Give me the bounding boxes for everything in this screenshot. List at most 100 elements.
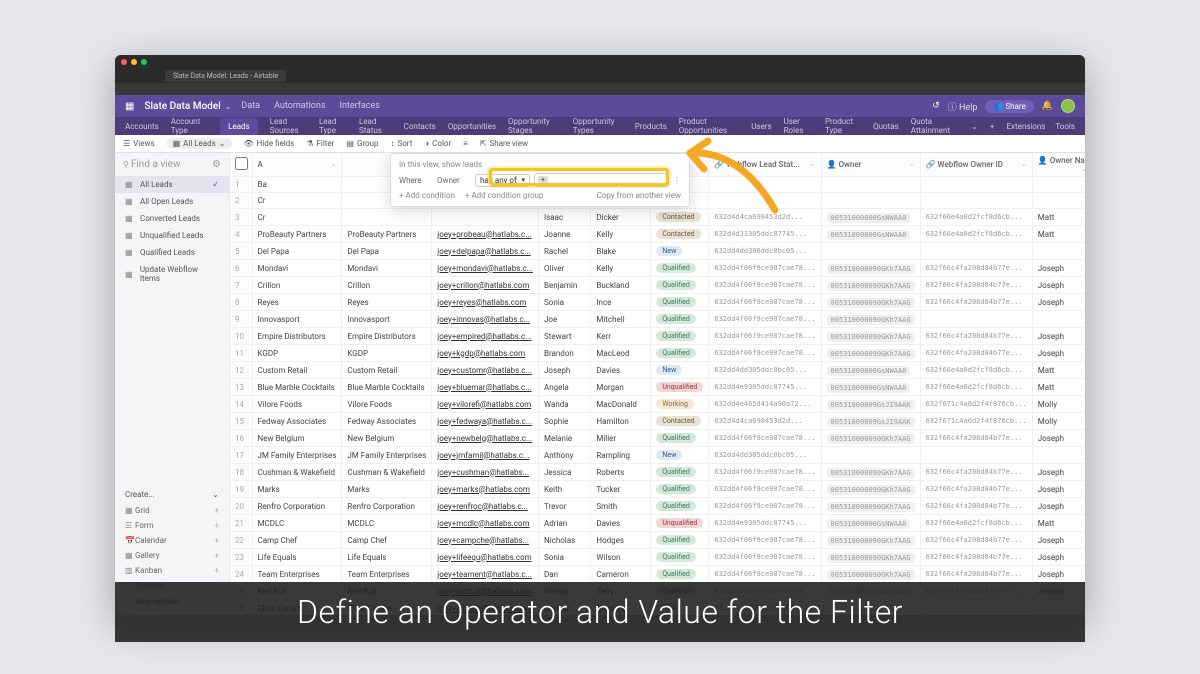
column-header[interactable]: 👤 Owner⌄ bbox=[821, 153, 920, 177]
table-tab[interactable]: Contacts bbox=[404, 122, 436, 131]
table-row[interactable]: 10Empire DistributorsEmpire Distributors… bbox=[230, 328, 1085, 345]
add-condition-group-link[interactable]: + Add condition group bbox=[465, 191, 544, 200]
tables-nav: Accounts Account Type Leads Lead Sources Lea… bbox=[115, 117, 1085, 135]
table-tab[interactable]: Accounts bbox=[125, 122, 159, 131]
minimize-window-icon[interactable] bbox=[131, 59, 137, 65]
value-chip[interactable]: + bbox=[538, 176, 548, 184]
avatar[interactable] bbox=[1061, 99, 1075, 113]
table-row[interactable]: 9InnovasportInnovasportjoey+innovas@hatl… bbox=[230, 311, 1085, 328]
create-item[interactable]: ▦Gallery+ bbox=[123, 548, 221, 563]
table-tab[interactable]: Users bbox=[751, 122, 771, 131]
table-row[interactable]: 22Camp ChefCamp Chefjoey+campche@hatlabs… bbox=[230, 532, 1085, 549]
table-row[interactable]: 6MondaviMondavijoey+mondavi@hatlabs.c...… bbox=[230, 260, 1085, 277]
table-tab[interactable]: Lead Sources bbox=[270, 117, 307, 135]
table-row[interactable]: 15Fedway AssociatesFedway Associatesjoey… bbox=[230, 413, 1085, 430]
table-tab[interactable]: Product Type bbox=[825, 117, 861, 135]
gear-icon[interactable]: ⚙ bbox=[212, 159, 221, 170]
condition-field-select[interactable]: Owner bbox=[437, 176, 471, 185]
color-button[interactable]: ◑ Color bbox=[424, 139, 451, 148]
nav-data[interactable]: Data bbox=[241, 101, 260, 111]
view-item[interactable]: ▦All Leads✓ bbox=[115, 176, 229, 193]
row-height-button[interactable]: ≡ bbox=[463, 139, 468, 148]
find-view-input[interactable]: ⚲ Find a view⚙ bbox=[115, 153, 229, 176]
view-item[interactable]: ▦Update Webflow Items bbox=[115, 261, 229, 287]
table-tab[interactable]: Opportunity Stages bbox=[508, 117, 561, 135]
nav-interfaces[interactable]: Interfaces bbox=[340, 101, 380, 111]
table-row[interactable]: 20Renfro CorporationRenfro Corporationjo… bbox=[230, 498, 1085, 515]
maximize-window-icon[interactable] bbox=[141, 59, 147, 65]
create-item[interactable]: ▦Grid+ bbox=[123, 503, 221, 518]
table-row[interactable]: 12Custom RetailCustom Retailjoey+customr… bbox=[230, 362, 1085, 379]
column-header[interactable]: A⌄ bbox=[252, 153, 342, 177]
help-link[interactable]: ⓘ Help bbox=[948, 100, 978, 113]
tools-link[interactable]: Tools bbox=[1055, 122, 1075, 131]
table-row[interactable]: 14Vilore FoodsVilore Foodsjoey+vilorefi@… bbox=[230, 396, 1085, 413]
add-table-icon[interactable]: + bbox=[990, 122, 995, 131]
hide-fields-button[interactable]: 👁 Hide fields bbox=[244, 139, 295, 148]
remove-condition-icon[interactable]: ⋮ bbox=[673, 176, 681, 185]
table-row[interactable]: 21MCDLCMCDLCjoey+mcdlc@hatlabs.comAdrian… bbox=[230, 515, 1085, 532]
nav-automations[interactable]: Automations bbox=[274, 101, 325, 111]
table-tab[interactable]: Products bbox=[635, 122, 667, 131]
value-input[interactable]: + bbox=[534, 173, 669, 187]
table-tab[interactable]: Lead Type bbox=[319, 117, 347, 135]
grid-icon: ▦ bbox=[125, 214, 135, 223]
table-row[interactable]: 8ReyesReyesjoey+reyes@hatlabs.comSoniaIn… bbox=[230, 294, 1085, 311]
add-condition-link[interactable]: + Add condition bbox=[399, 191, 455, 200]
table-tab[interactable]: Product Opportunities bbox=[679, 117, 739, 135]
close-window-icon[interactable] bbox=[121, 59, 127, 65]
chevron-down-icon: ⌄ bbox=[212, 490, 219, 499]
table-tab[interactable]: Quota Attainment bbox=[911, 117, 960, 135]
filter-button[interactable]: ⚗ Filter bbox=[306, 139, 334, 148]
table-row[interactable]: 13Blue Marble CocktailsBlue Marble Cockt… bbox=[230, 379, 1085, 396]
view-item[interactable]: ▦Converted Leads bbox=[115, 210, 229, 227]
table-row[interactable]: 4ProBeauty PartnersProBeauty Partnersjoe… bbox=[230, 226, 1085, 243]
create-item[interactable]: 📅Calendar+ bbox=[123, 533, 221, 548]
browser-tab[interactable]: Slate Data Model: Leads - Airtable bbox=[165, 70, 286, 82]
table-tab[interactable]: Lead Status bbox=[359, 117, 392, 135]
browser-tab-strip: Slate Data Model: Leads - Airtable bbox=[115, 69, 1085, 83]
table-row[interactable]: 19MarksMarksjoey+marks@hatlabs.comKeithT… bbox=[230, 481, 1085, 498]
table-row[interactable]: 17JM Family EnterprisesJM Family Enterpr… bbox=[230, 447, 1085, 464]
create-item[interactable]: ☰Form+ bbox=[123, 518, 221, 533]
table-tab[interactable]: Account Type bbox=[171, 117, 208, 135]
select-all-checkbox[interactable] bbox=[235, 157, 248, 170]
table-row[interactable]: 11KGDPKGDPjoey+kgdp@hatlabs.comBrandonMa… bbox=[230, 345, 1085, 362]
add-table-icon[interactable]: ⌄ bbox=[971, 122, 978, 131]
view-item[interactable]: ▦All Open Leads bbox=[115, 193, 229, 210]
table-row[interactable]: 18Cushman & WakefieldCushman & Wakefield… bbox=[230, 464, 1085, 481]
table-row[interactable]: 24Team EnterprisesTeam Enterprisesjoey+t… bbox=[230, 566, 1085, 583]
base-title[interactable]: Slate Data Model⌄ bbox=[144, 101, 231, 112]
table-row[interactable]: 3CrIsaacDickerContacted632d4d4ca698453d2… bbox=[230, 209, 1085, 226]
create-item[interactable]: ▥Kanban+ bbox=[123, 563, 221, 578]
table-row[interactable]: 16New BelgiumNew Belgiumjoey+newbelg@hat… bbox=[230, 430, 1085, 447]
table-tab[interactable]: Leads bbox=[220, 118, 258, 135]
url-bar[interactable] bbox=[115, 83, 1085, 95]
create-header[interactable]: Create...⌄ bbox=[123, 486, 221, 503]
share-view-button[interactable]: ⇱ Share view bbox=[480, 139, 528, 148]
view-selector[interactable]: ▦ All Leads ⌄ bbox=[167, 138, 232, 149]
extensions-link[interactable]: Extensions bbox=[1006, 122, 1045, 131]
views-toggle[interactable]: ☰ Views bbox=[123, 139, 155, 148]
data-grid[interactable]: A⌄👤 Last Name⌄◯ Status⌄🔗 Webflow Lead St… bbox=[230, 153, 1085, 615]
table-tab[interactable]: Opportunity Types bbox=[573, 117, 623, 135]
table-row[interactable]: 7CrillonCrillonjoey+crillon@hatlabs.comB… bbox=[230, 277, 1085, 294]
view-item[interactable]: ▦Qualified Leads bbox=[115, 244, 229, 261]
column-header[interactable]: 🔗 Webflow Lead Stat...⌄ bbox=[709, 153, 821, 177]
group-button[interactable]: ▤ Group bbox=[346, 139, 378, 148]
view-item[interactable]: ▦Unqualified Leads bbox=[115, 227, 229, 244]
table-row[interactable]: 5Del PapaDel Papajoey+delpapa@hatlabs.c.… bbox=[230, 243, 1085, 260]
column-header[interactable]: 👤 Owner Nam...⌄ bbox=[1032, 153, 1085, 177]
copy-from-view-link[interactable]: Copy from another view bbox=[597, 191, 681, 200]
table-row[interactable]: 23Life EqualsLife Equalsjoey+lifeequ@hat… bbox=[230, 549, 1085, 566]
history-icon[interactable]: ↺ bbox=[932, 101, 940, 111]
column-header[interactable] bbox=[230, 153, 252, 177]
sort-button[interactable]: ↕ Sort bbox=[390, 139, 412, 148]
bell-icon[interactable]: 🔔 bbox=[1042, 101, 1053, 111]
share-button[interactable]: 👥 Share bbox=[985, 100, 1033, 113]
operator-select[interactable]: has any of▾ bbox=[475, 174, 530, 187]
table-tab[interactable]: Quotas bbox=[873, 122, 899, 131]
table-tab[interactable]: User Roles bbox=[784, 117, 813, 135]
table-tab[interactable]: Opportunities bbox=[448, 122, 496, 131]
column-header[interactable]: 🔗 Webflow Owner ID⌄ bbox=[920, 153, 1032, 177]
